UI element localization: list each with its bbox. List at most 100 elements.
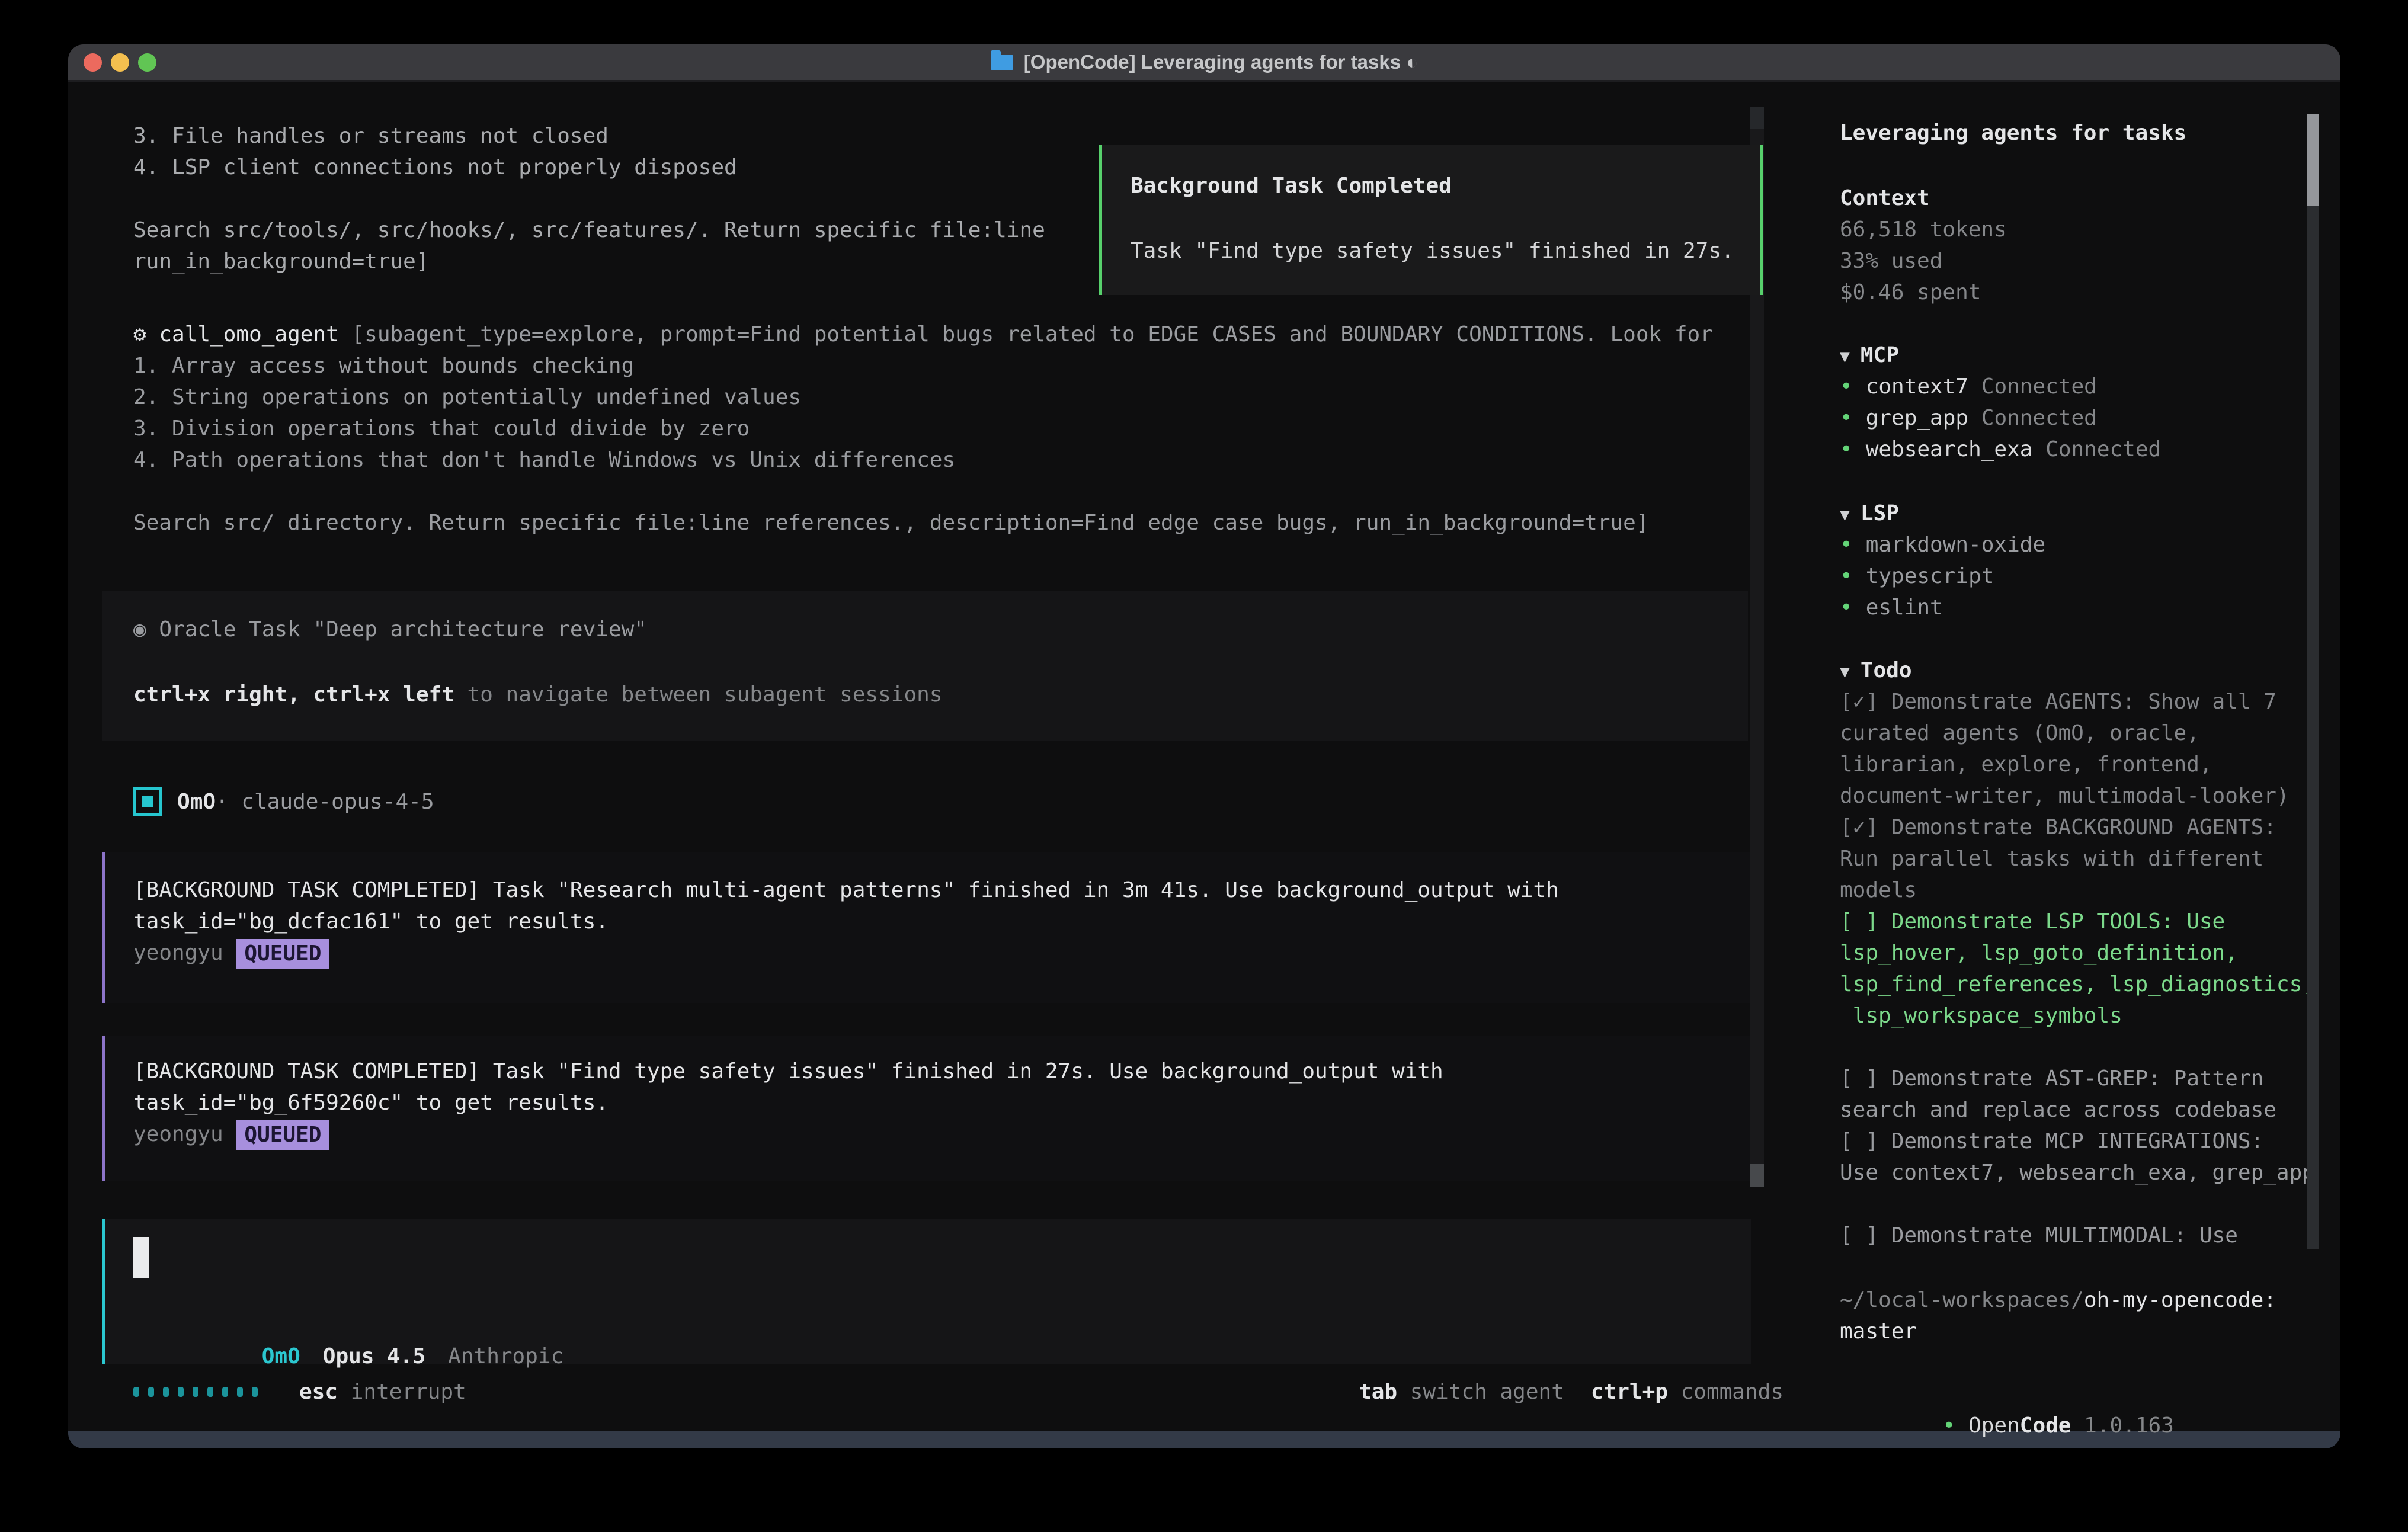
tool-call-block: ⚙ call_omo_agent [subagent_type=explore,… [133,319,1713,539]
sidebar-scrollbar[interactable] [2307,114,2319,1249]
context-stat: 66,518 tokens [1840,214,2007,245]
scrollbar-thumb[interactable] [2307,114,2319,206]
path-prefix: ~/local-workspaces/ [1840,1288,2084,1312]
context-heading: Context [1840,182,2007,214]
task-meta-line: yeongyu QUEUED [133,1118,329,1150]
input-provider: Anthropic [448,1344,563,1368]
agent-model: · claude-opus-4-5 [216,790,434,814]
opencode-window: [OpenCode] Leveraging agents for tasks ◐… [68,44,2340,1448]
transcript-intro: 3. File handles or streams not closed4. … [133,120,1045,277]
chevron-down-icon: ▼ [1840,662,1850,681]
window-title-group: [OpenCode] Leveraging agents for tasks ◐ [991,51,1418,73]
context-section: Context 66,518 tokens33% used$0.46 spent [1840,182,2007,308]
lsp-name: eslint [1866,595,1943,620]
mcp-name: context7 [1866,374,1968,399]
sidebar: Leveraging agents for tasks Context 66,5… [1813,82,2340,1431]
todo-line: Use context7, websearch_exa, grep_app [1840,1157,2315,1188]
oracle-task-panel: ◉ Oracle Task "Deep architecture review"… [102,591,1748,741]
esc-label: interrupt [351,1376,466,1408]
terminal-line: 3. File handles or streams not closed [133,120,1045,152]
screen: { "window": { "title": "[OpenCode] Lever… [0,0,2408,1532]
mcp-status: Connected [2045,437,2161,461]
status-dot-icon: • [1840,533,1853,557]
terminal-body: 3. File handles or streams not closed4. … [68,82,2340,1431]
spacer [1668,1376,1681,1408]
input-agent-name: OmO [262,1344,300,1368]
status-dot-icon: • [1840,595,1853,620]
prompt-input[interactable]: OmOOpus 4.5Anthropic [102,1219,1751,1364]
terminal-line: 3. Division operations that could divide… [133,413,1713,444]
spacer [1968,406,1981,430]
status-badge: QUEUED [236,939,329,969]
status-dot-icon: • [1840,564,1853,588]
terminal-line: run_in_background=true] [133,246,1045,277]
context-stats: 66,518 tokens33% used$0.46 spent [1840,214,2007,308]
oracle-hint-line: ctrl+x right, ctrl+x left to navigate be… [133,679,942,710]
esc-key-hint: esc [299,1376,338,1408]
todo-line: curated agents (OmO, oracle, [1840,717,2315,749]
spacer [1397,1376,1410,1408]
terminal-line: 4. LSP client connections not properly d… [133,152,1045,183]
scrollbar-thumb[interactable] [1750,107,1764,129]
zoom-button[interactable] [138,53,156,72]
toast-body: Task "Find type safety issues" finished … [1131,235,1734,267]
lsp-heading-row[interactable]: ▼LSP [1840,498,2045,529]
todo-line: models [1840,874,2315,906]
path-project: oh-my-opencode: [2084,1288,2276,1312]
lsp-item: • eslint [1840,592,2045,623]
tab-label: switch agent [1410,1376,1564,1408]
scrollbar-thumb[interactable] [1750,1164,1764,1187]
task-meta-line: yeongyu QUEUED [133,937,329,969]
window-title: [OpenCode] Leveraging agents for tasks ◐ [1024,51,1418,73]
lsp-item: • typescript [1840,560,2045,592]
todo-line: [✓] Demonstrate AGENTS: Show all 7 [1840,686,2315,717]
task-user: yeongyu [133,1122,236,1146]
lsp-heading: LSP [1861,501,1899,525]
shortcut-keys: ctrl+x right, ctrl+x left [133,682,454,707]
task-user: yeongyu [133,941,236,965]
todo-heading-row[interactable]: ▼Todo [1840,655,2315,686]
omo-agent-icon [133,787,162,816]
mcp-name: websearch_exa [1866,437,2033,461]
version-line: •OpenCode 1.0.163 [1840,1379,2174,1410]
todo-line: [ ] Demonstrate MULTIMODAL: Use [1840,1220,2315,1251]
todo-line: lsp_hover, lsp_goto_definition, [1840,937,2315,969]
task-message-line1: [BACKGROUND TASK COMPLETED] Task "Find t… [133,1056,1443,1087]
close-button[interactable] [84,53,102,72]
busy-spinner-icon [133,1387,258,1397]
app-version: 1.0.163 [2071,1414,2173,1438]
todo-line: document-writer, multimodal-looker) [1840,780,2315,812]
lsp-name: typescript [1866,564,1994,588]
task-message-line1: [BACKGROUND TASK COMPLETED] Task "Resear… [133,874,1559,906]
spacer [2032,437,2045,461]
titlebar: [OpenCode] Leveraging agents for tasks ◐ [68,44,2340,82]
background-task-toast: Background Task Completed Task "Find typ… [1099,145,1763,295]
mcp-status: Connected [1981,406,2097,430]
chevron-down-icon: ▼ [1840,347,1850,366]
traffic-lights [84,44,156,80]
queued-task-card: [BACKGROUND TASK COMPLETED] Task "Resear… [102,852,1751,1003]
workspace-path-line: ~/local-workspaces/oh-my-opencode: [1840,1284,2276,1316]
todo-line: [ ] Demonstrate AST-GREP: Pattern [1840,1063,2315,1094]
mcp-item: •context7 Connected [1840,371,2161,402]
mcp-heading-row[interactable]: ▼MCP [1840,339,2161,371]
lsp-item: •markdown-oxide [1840,529,2045,560]
tool-call-header: ⚙ call_omo_agent [subagent_type=explore,… [133,319,1713,350]
agent-session-header[interactable]: OmO · claude-opus-4-5 [133,784,434,819]
queued-task-card: [BACKGROUND TASK COMPLETED] Task "Find t… [102,1036,1751,1181]
agent-name: OmO [177,790,216,814]
terminal-line: 2. String operations on potentially unde… [133,382,1713,413]
todo-line: Run parallel tasks with different [1840,843,2315,874]
ctrlp-label: commands [1681,1376,1783,1408]
toast-title: Background Task Completed [1131,170,1452,201]
minimize-button[interactable] [111,53,129,72]
context-stat: 33% used [1840,245,2007,277]
context-stat: $0.46 spent [1840,277,2007,308]
tool-call-args: [subagent_type=explore, prompt=Find pote… [351,322,1712,347]
status-dot-icon: • [1840,437,1853,461]
esc-key-label [338,1376,351,1408]
record-icon: ◉ [133,617,159,642]
input-agent-line: OmOOpus 4.5Anthropic [133,1309,563,1341]
todo-line: lsp_workspace_symbols [1840,1000,2315,1031]
oracle-task-label: Oracle Task "Deep architecture review" [159,617,647,642]
